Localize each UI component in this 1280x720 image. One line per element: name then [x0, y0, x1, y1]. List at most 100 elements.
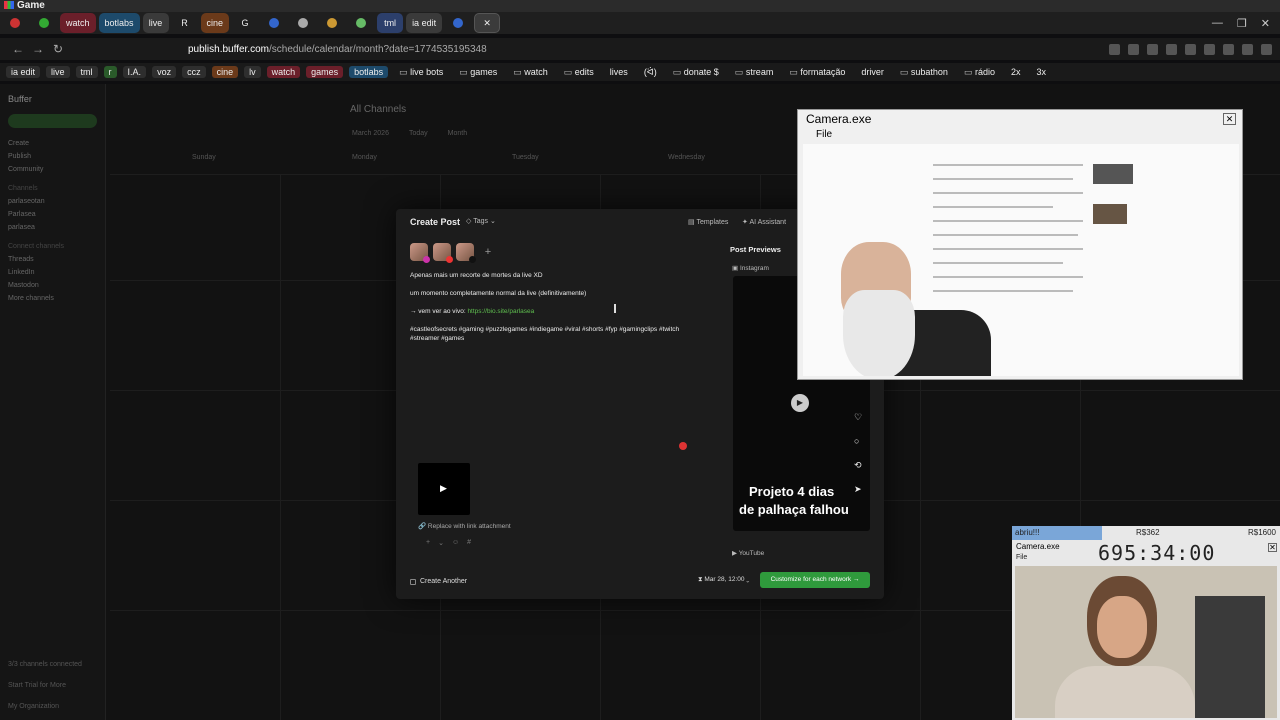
- back-icon[interactable]: ←: [8, 42, 28, 56]
- connect-item[interactable]: LinkedIn: [8, 269, 97, 276]
- zoom-icon[interactable]: [1109, 43, 1120, 55]
- templates-label: Templates: [696, 219, 729, 226]
- bookmark-item[interactable]: edits: [559, 66, 599, 79]
- bookmark-item[interactable]: watch: [508, 66, 553, 79]
- bookmark-item[interactable]: rádio: [959, 66, 1000, 79]
- schedule-select[interactable]: ⧗ Mar 28, 12:00 ⌄: [698, 576, 749, 584]
- browser-tab[interactable]: [31, 13, 57, 33]
- browser-tab[interactable]: ia edit: [406, 13, 443, 33]
- browser-tab[interactable]: [319, 13, 345, 33]
- create-another-toggle[interactable]: Create Another: [410, 578, 467, 585]
- channel-item[interactable]: parlasea: [8, 224, 97, 231]
- bookmark-item[interactable]: 2x: [1006, 66, 1026, 78]
- browser-tab[interactable]: botlabs: [98, 13, 140, 33]
- bookmark-item[interactable]: donate $: [668, 66, 724, 79]
- browser-tab[interactable]: live: [142, 13, 169, 33]
- bookmark-item[interactable]: cine: [211, 66, 239, 78]
- customize-each-network-button[interactable]: Customize for each network →: [760, 572, 870, 588]
- browser-tab[interactable]: ✕: [474, 13, 501, 33]
- new-post-button[interactable]: [8, 114, 97, 128]
- extension-icon[interactable]: [1166, 43, 1177, 55]
- sidebar-item-publish[interactable]: Publish: [8, 153, 97, 160]
- browser-tab[interactable]: R: [172, 13, 198, 33]
- connect-item[interactable]: Mastodon: [8, 282, 97, 289]
- emoji-icon[interactable]: ☺: [452, 539, 459, 547]
- bookmark-item[interactable]: subathon: [895, 66, 953, 79]
- browser-tab[interactable]: cine: [200, 13, 230, 33]
- connect-item[interactable]: Threads: [8, 256, 97, 263]
- browser-tab[interactable]: [348, 13, 374, 33]
- channel-avatar[interactable]: [456, 243, 476, 263]
- bio-link[interactable]: https://bio.site/parlasea: [467, 308, 534, 315]
- channel-item[interactable]: Parlasea: [8, 211, 97, 218]
- today-button[interactable]: Today: [409, 130, 428, 137]
- organization-name[interactable]: My Organization: [8, 703, 82, 710]
- channel-avatar[interactable]: [433, 243, 453, 263]
- bookmark-item[interactable]: botlabs: [349, 66, 389, 78]
- channel-item[interactable]: parlaseotan: [8, 198, 97, 205]
- hashtag-icon[interactable]: #: [467, 539, 471, 547]
- templates-button[interactable]: ▤ Templates: [688, 218, 728, 226]
- bookmark-item[interactable]: driver: [856, 66, 889, 78]
- file-menu[interactable]: File: [1016, 554, 1027, 561]
- bookmark-item[interactable]: (ᐛ): [639, 66, 662, 79]
- bookmark-item[interactable]: live bots: [394, 66, 448, 79]
- bookmark-item[interactable]: ia edit: [6, 66, 41, 78]
- bookmark-item[interactable]: games: [454, 66, 502, 79]
- extension-icon[interactable]: [1185, 43, 1196, 55]
- video-attachment[interactable]: ▶: [418, 463, 470, 515]
- post-hashtags: #castleofsecrets #gaming #puzzlegames #i…: [410, 326, 681, 342]
- bookmark-item[interactable]: live: [46, 66, 70, 78]
- extension-icon[interactable]: [1223, 43, 1234, 55]
- play-icon[interactable]: ▶: [791, 394, 809, 412]
- browser-tab[interactable]: [290, 13, 316, 33]
- file-menu[interactable]: File: [816, 129, 832, 140]
- browser-tab[interactable]: watch: [60, 13, 96, 33]
- bookmark-item[interactable]: I.A.: [122, 66, 147, 78]
- ai-assistant-button[interactable]: ✦ AI Assistant: [742, 218, 786, 226]
- connect-item[interactable]: More channels: [8, 295, 97, 302]
- bookmark-item[interactable]: voz: [152, 66, 177, 78]
- month-label[interactable]: March 2026: [352, 130, 389, 137]
- maximize-icon[interactable]: ❐: [1237, 17, 1247, 30]
- url-field[interactable]: publish.buffer.com/schedule/calendar/mon…: [188, 44, 487, 55]
- bookmark-item[interactable]: lv: [244, 66, 261, 78]
- menu-icon[interactable]: [1261, 43, 1272, 55]
- sidebar-item-create[interactable]: Create: [8, 140, 97, 147]
- sidebar-item-community[interactable]: Community: [8, 166, 97, 173]
- bookmark-item[interactable]: formatação: [784, 66, 850, 79]
- browser-tab[interactable]: [2, 13, 28, 33]
- add-channel-icon[interactable]: +: [479, 243, 497, 261]
- share-icon[interactable]: [1128, 43, 1139, 55]
- chevron-down-icon[interactable]: ⌄: [438, 539, 444, 547]
- bookmark-item[interactable]: games: [306, 66, 344, 78]
- channel-avatar[interactable]: [410, 243, 430, 263]
- extension-icon[interactable]: [1204, 43, 1215, 55]
- bookmark-item[interactable]: stream: [730, 66, 779, 79]
- bookmark-item[interactable]: 3x: [1032, 66, 1052, 78]
- close-icon[interactable]: ✕: [1268, 543, 1277, 552]
- browser-tab[interactable]: tml: [377, 13, 404, 33]
- view-select[interactable]: Month: [448, 130, 467, 137]
- close-icon[interactable]: ✕: [1223, 113, 1236, 125]
- minimize-icon[interactable]: —: [1212, 17, 1223, 30]
- replace-link-button[interactable]: 🔗 Replace with link attachment: [418, 522, 511, 530]
- bookmark-item[interactable]: watch: [266, 66, 301, 78]
- post-editor[interactable]: Apenas mais um recorte de mortes da live…: [410, 271, 700, 441]
- reload-icon[interactable]: ↻: [48, 42, 68, 56]
- bookmark-item[interactable]: tml: [75, 66, 98, 78]
- browser-tab[interactable]: G: [232, 13, 258, 33]
- bookmark-item[interactable]: r: [103, 66, 117, 78]
- forward-icon[interactable]: →: [28, 42, 48, 56]
- bookmark-item[interactable]: lives: [605, 66, 633, 78]
- extension-icon[interactable]: [1242, 43, 1253, 55]
- close-icon[interactable]: ✕: [1261, 17, 1270, 30]
- create-another-checkbox[interactable]: [410, 578, 416, 585]
- bookmark-star-icon[interactable]: [1147, 43, 1158, 55]
- start-trial-link[interactable]: Start Trial for More: [8, 682, 82, 689]
- bookmark-item[interactable]: ccz: [182, 66, 206, 78]
- browser-tab[interactable]: [445, 13, 471, 33]
- tags-button[interactable]: ◇ Tags ⌄: [466, 217, 496, 225]
- add-media-icon[interactable]: +: [426, 539, 430, 547]
- browser-tab[interactable]: [261, 13, 287, 33]
